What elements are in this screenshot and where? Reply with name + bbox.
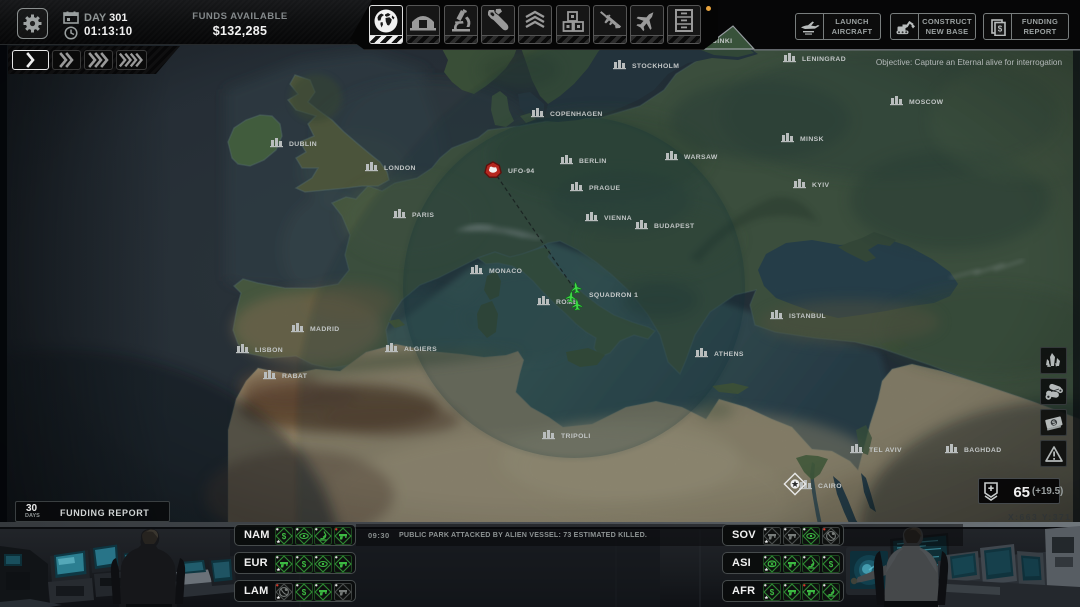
svg-text:BERLIN: BERLIN [579, 158, 607, 165]
svg-text:BAGHDAD: BAGHDAD [964, 447, 1002, 454]
svg-text:PARIS: PARIS [412, 212, 434, 219]
svg-text:Objective: Capture an Eternal: Objective: Capture an Eternal alive for … [876, 58, 1063, 67]
svg-text:MONACO: MONACO [489, 268, 522, 275]
svg-text:COPENHAGEN: COPENHAGEN [550, 111, 603, 118]
svg-text:$: $ [997, 24, 1002, 33]
svg-text:$: $ [301, 588, 306, 597]
svg-text:BUDAPEST: BUDAPEST [654, 223, 695, 230]
svg-text:CAIRO: CAIRO [818, 483, 842, 490]
svg-text:$: $ [770, 588, 775, 597]
svg-text:$: $ [282, 532, 287, 541]
svg-text:$: $ [829, 560, 834, 569]
svg-text:ATHENS: ATHENS [714, 351, 744, 358]
svg-text:MOSCOW: MOSCOW [909, 99, 944, 106]
svg-text:DUBLIN: DUBLIN [289, 141, 317, 148]
svg-text:TRIPOLI: TRIPOLI [561, 433, 591, 440]
svg-text:ISTANBUL: ISTANBUL [789, 313, 826, 320]
svg-text:UFO-94: UFO-94 [508, 168, 535, 175]
svg-text:LONDON: LONDON [384, 165, 416, 172]
svg-text:MADRID: MADRID [310, 326, 340, 333]
svg-text:RABAT: RABAT [282, 373, 308, 380]
svg-text:MINSK: MINSK [800, 136, 824, 143]
svg-text:WARSAW: WARSAW [684, 154, 718, 161]
svg-text:SQUADRON 1: SQUADRON 1 [589, 292, 638, 299]
svg-text:STOCKHOLM: STOCKHOLM [632, 63, 679, 70]
svg-text:PRAGUE: PRAGUE [589, 185, 621, 192]
svg-text:LISBON: LISBON [255, 347, 283, 354]
svg-text:ALGIERS: ALGIERS [404, 346, 437, 353]
svg-text:$: $ [301, 560, 306, 569]
svg-text:TEL AVIV: TEL AVIV [869, 447, 902, 454]
svg-text:LENINGRAD: LENINGRAD [802, 56, 846, 63]
svg-text:KYIV: KYIV [812, 182, 830, 189]
svg-text:VIENNA: VIENNA [604, 215, 632, 222]
